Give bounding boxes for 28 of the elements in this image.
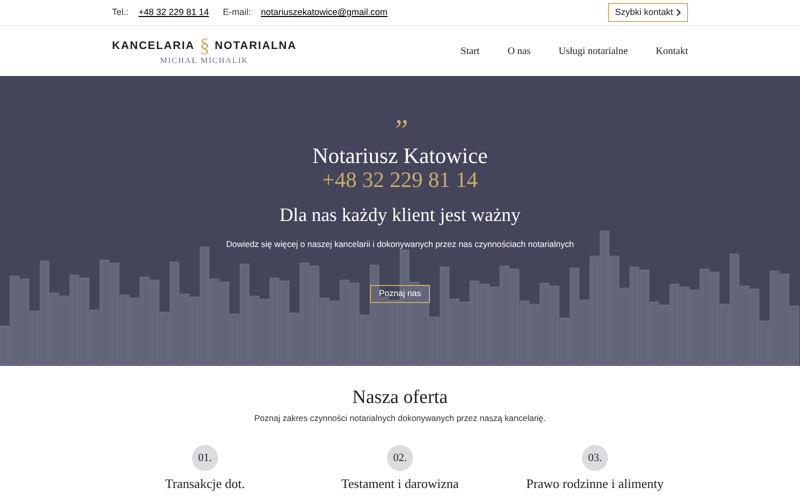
offer-title: Testament i darowizna <box>341 474 459 493</box>
hero-text: Dowiedz się więcej o naszej kancelarii i dokonywanych przez nas czynnościach notarialnych <box>226 238 574 251</box>
chevron-right-icon <box>676 9 681 16</box>
offer-title: Transakcje dot. <box>165 474 245 493</box>
section-subtitle: Poznaj zakres czynności notarialnych dokonywanych przez naszą kancelarię. <box>254 412 546 425</box>
logo-subtitle: MICHAŁ MICHALIK <box>160 56 249 66</box>
nav-link[interactable]: O nas <box>508 44 531 58</box>
section-title: Nasza oferta <box>352 386 448 410</box>
number-badge: 01. <box>192 444 218 471</box>
hero-heading: Dla nas każdy klient jest ważny <box>279 204 521 228</box>
offer-title: Prawo rodzinne i alimenty <box>526 474 664 493</box>
phone-link[interactable]: +48 32 229 81 14 <box>138 6 209 20</box>
logo-text: NOTARIALNA <box>214 38 297 54</box>
email-link[interactable]: notariuszekatowice@gmail.com <box>260 6 388 20</box>
hero-title: Notariusz Katowice <box>312 144 488 168</box>
learn-more-button[interactable]: Poznaj nas <box>370 284 430 303</box>
hero-phone: +48 32 229 81 14 <box>322 168 478 192</box>
nav-link[interactable]: Start <box>460 44 480 58</box>
nav-link[interactable]: Kontakt <box>656 44 688 58</box>
nav-link[interactable]: Usługi notarialne <box>558 44 628 58</box>
number-badge: 02. <box>387 444 413 471</box>
logo-text: KANCELARIA <box>112 38 195 54</box>
quote-mark: ” <box>392 120 408 142</box>
logo-symbol: § <box>200 36 210 56</box>
number-badge: 03. <box>582 444 608 471</box>
quick-contact-button[interactable]: Szybki kontakt <box>608 3 688 22</box>
phone-label: Tel.: <box>112 6 129 19</box>
email-label: E-mail: <box>222 6 251 19</box>
